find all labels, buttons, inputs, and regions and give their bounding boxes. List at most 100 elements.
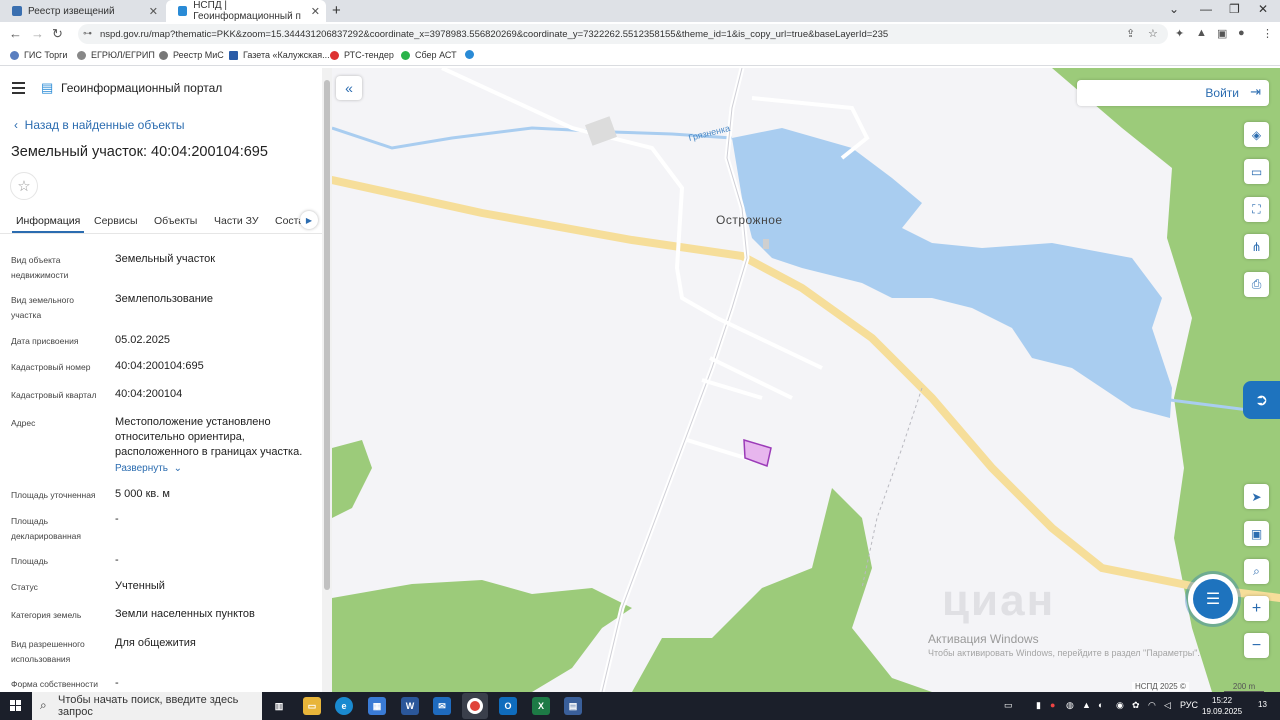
river [332, 126, 733, 150]
side-panel-icon[interactable]: ▣ [1217, 27, 1227, 40]
back-to-results-link[interactable]: ‹ Назад в найденные объекты [14, 118, 185, 132]
map-canvas[interactable] [332, 68, 1280, 692]
extension-icon[interactable]: ▲ [1196, 27, 1207, 39]
file-explorer-icon[interactable]: ▭ [303, 697, 321, 715]
site-info-icon[interactable]: ⊶ [83, 28, 92, 39]
close-icon[interactable]: ✕ [311, 5, 320, 18]
tab-title: НСПД | Геоинформационный п [193, 0, 301, 22]
menu-burger-icon[interactable] [12, 82, 25, 97]
map-scale: 200 m [1224, 682, 1264, 692]
expand-address-link[interactable]: Развернуть ⌄ [115, 461, 315, 476]
value-area: - [115, 554, 119, 566]
favorite-star-icon[interactable]: ☆ [10, 172, 38, 200]
maximize-button[interactable]: ❐ [1229, 2, 1240, 16]
select-area-icon[interactable]: ⛶ [1244, 197, 1269, 222]
village-label: Острожное [716, 213, 783, 227]
network-icon[interactable]: ▲ [1082, 700, 1091, 710]
volume-icon[interactable]: ◁ [1164, 700, 1171, 711]
bookmark-reestr-mis[interactable]: Реестр МиС [159, 50, 224, 60]
bookmark-gis-torgi[interactable]: ГИС Торги [10, 50, 67, 60]
ruler-icon[interactable]: ▭ [1244, 159, 1269, 184]
tray-app5-icon[interactable]: ✿ [1132, 700, 1140, 711]
bookmark-extra[interactable] [465, 50, 479, 59]
object-title: Земельный участок: 40:04:200104:695 [11, 144, 268, 160]
value-cadastral-quarter: 40:04:200104 [115, 388, 183, 400]
edge-icon[interactable]: e [335, 697, 353, 715]
chrome-icon[interactable] [462, 693, 488, 719]
minimize-button[interactable]: — [1200, 2, 1212, 16]
language-indicator[interactable]: РУС [1180, 700, 1198, 710]
tray-app3-icon[interactable]: ◐ [1098, 700, 1103, 710]
bookmark-gazeta[interactable]: Газета «Калужская... [229, 50, 330, 60]
extensions-icon[interactable]: ✦ [1175, 27, 1184, 40]
extra-bookmark-icon [465, 50, 474, 59]
label-land-category: Категория земель [11, 610, 82, 620]
map-graphics [332, 68, 1280, 692]
map-copyright: НСПД 2025 © [1132, 682, 1189, 691]
panel-scrollbar-thumb[interactable] [324, 80, 330, 590]
tab-nspd[interactable]: НСПД | Геоинформационный п ✕ [166, 0, 326, 22]
tabs-scroll-right-icon[interactable]: ▶ [300, 211, 318, 229]
tab-registry[interactable]: Реестр извещений ✕ [0, 0, 164, 22]
bookmark-sber-ast[interactable]: Сбер АСТ [401, 50, 457, 60]
forward-arrow-icon[interactable]: → [31, 26, 44, 41]
label-area-refined: Площадь уточненная [11, 490, 96, 500]
tab-search-button[interactable]: ⌄ [1169, 2, 1179, 16]
battery-icon[interactable]: ▮ [1036, 700, 1041, 711]
tray-app2-icon[interactable]: ◍ [1066, 700, 1074, 711]
reload-icon[interactable]: ↻ [52, 26, 63, 42]
notifications-badge[interactable]: 13 [1258, 700, 1267, 709]
window-close-button[interactable]: ✕ [1258, 2, 1268, 16]
chat-button[interactable]: ☰ [1188, 574, 1238, 624]
layers-icon[interactable]: ◈ [1244, 122, 1269, 147]
store-icon[interactable]: ▦ [368, 697, 386, 715]
login-icon: ⇥ [1250, 84, 1261, 99]
profile-icon[interactable]: ● [1238, 27, 1245, 39]
forest-southwest [332, 580, 632, 692]
back-arrow-icon[interactable]: ← [9, 26, 22, 41]
task-view-icon[interactable]: ▥ [270, 697, 288, 715]
tab-services[interactable]: Сервисы [94, 215, 138, 227]
path-dashed [861, 387, 923, 589]
outlook-icon[interactable]: O [499, 697, 517, 715]
keyboard-icon[interactable]: ▭ [1004, 700, 1013, 711]
value-address: Местоположение установлено относительно … [115, 416, 303, 458]
new-tab-button[interactable]: + [332, 2, 341, 19]
share-icon[interactable]: ⇪ [1126, 27, 1135, 40]
assistant-icon[interactable]: ➲ [1243, 381, 1280, 419]
tray-app-icon[interactable]: ● [1050, 700, 1055, 710]
share-map-icon[interactable]: ⋔ [1244, 234, 1269, 259]
tray-app4-icon[interactable]: ◉ [1116, 700, 1124, 711]
close-icon[interactable]: ✕ [149, 5, 158, 18]
value-land-category: Земли населенных пунктов [115, 608, 255, 620]
mail-icon[interactable]: ✉ [433, 697, 451, 715]
zoom-in-icon[interactable]: + [1244, 596, 1269, 621]
print-icon[interactable]: ⎙ [1244, 272, 1269, 297]
tab-composition[interactable]: Соста [275, 215, 303, 227]
taskbar-search-input[interactable]: ⌕ Чтобы начать поиск, введите здесь запр… [32, 692, 262, 720]
word-icon[interactable]: W [401, 697, 419, 715]
bookmark-star-icon[interactable]: ☆ [1148, 27, 1158, 40]
value-cadastral-number: 40:04:200104:695 [115, 360, 204, 372]
geolocation-icon[interactable]: ➤ [1244, 484, 1269, 509]
search-location-icon[interactable]: ⌕ [1244, 559, 1269, 584]
zoom-out-icon[interactable]: − [1244, 633, 1269, 658]
label-land-type: Вид земельного участка [11, 295, 75, 320]
tab-objects[interactable]: Объекты [154, 215, 197, 227]
bookmarks-bar: ГИС Торги ЕГРЮЛ/ЕГРИП Реестр МиС Газета … [0, 46, 1280, 66]
tab-information[interactable]: Информация [12, 215, 85, 233]
excel-icon[interactable]: X [532, 697, 550, 715]
street-1 [716, 316, 823, 370]
minimap-icon[interactable]: ▣ [1244, 521, 1269, 546]
url-input[interactable]: ⊶ nspd.gov.ru/map?thematic=PKK&zoom=15.3… [78, 24, 1168, 44]
bookmark-egrul[interactable]: ЕГРЮЛ/ЕГРИП [77, 50, 155, 60]
tab-parts[interactable]: Части ЗУ [214, 215, 259, 227]
login-button[interactable]: Войти ⇥ [1077, 80, 1269, 106]
collapse-panel-icon[interactable]: « [336, 76, 362, 100]
wifi-icon[interactable]: ◠ [1148, 700, 1156, 711]
menu-kebab-icon[interactable]: ⋮ [1262, 27, 1273, 40]
taskbar-clock[interactable]: 15:22 19.09.2025 [1202, 695, 1242, 717]
windows-start-icon[interactable] [10, 700, 22, 712]
bookmark-rts-tender[interactable]: РТС-тендер [330, 50, 394, 60]
calculator-icon[interactable]: ▤ [564, 697, 582, 715]
